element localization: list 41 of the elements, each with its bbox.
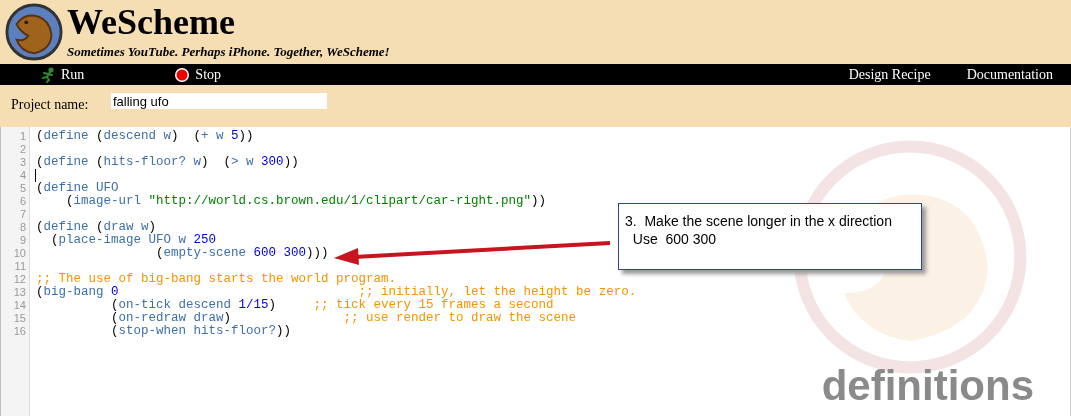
beaver-logo-icon xyxy=(5,3,63,61)
tagline: Sometimes YouTube. Perhaps iPhone. Together, WeScheme! xyxy=(67,44,390,60)
code-line: (define UFO xyxy=(36,181,119,195)
code-line: (on-redraw draw) ;; use render to draw the scene xyxy=(110,311,577,325)
code-line: (image-url "http://world.cs.brown.edu/1/clipart/car-right.png")) xyxy=(65,194,547,208)
nav-link[interactable]: Design Recipe xyxy=(848,66,931,83)
stop-icon xyxy=(174,66,191,83)
line-number: 10 xyxy=(12,247,27,260)
line-number: 8 xyxy=(18,221,27,234)
code-line: (define (hits-floor? w) (> w 300)) xyxy=(36,155,299,169)
project-name-field[interactable]: falling ufo xyxy=(111,93,327,109)
nav-link[interactable]: Documentation xyxy=(966,66,1053,83)
toolbar-button[interactable]: Run xyxy=(40,66,85,83)
runner-icon xyxy=(40,66,56,83)
line-number: 1 xyxy=(18,130,27,143)
code-line: ;; The use of big-bang starts the world program. xyxy=(36,272,397,286)
code-line: (place-image UFO w 250 xyxy=(50,233,217,247)
app-title: WeScheme xyxy=(67,2,236,42)
code-line: (big-bang 0 ;; initially, let the height be zero. xyxy=(36,285,637,299)
code-line: (define (draw w) xyxy=(36,220,157,234)
field-label: Project name: xyxy=(11,97,90,113)
overlay-label: definitions xyxy=(821,362,1034,410)
line-number: 6 xyxy=(18,195,27,208)
callout-note: 3. Make the scene longer in the x direction Use 600 300 xyxy=(618,203,922,270)
line-number: 16 xyxy=(12,325,27,338)
toolbar-button[interactable]: Stop xyxy=(174,66,222,83)
code-line: (empty-scene 600 300))) xyxy=(155,246,329,260)
line-number: 13 xyxy=(12,286,27,299)
code-line: (stop-when hits-floor?)) xyxy=(110,324,292,338)
line-number: 15 xyxy=(12,312,27,325)
code-line: (on-tick descend 1/15) ;; tick every 15 frames a second xyxy=(110,298,554,312)
line-number: 14 xyxy=(12,299,27,312)
line-number: 4 xyxy=(18,169,27,182)
line-number: 5 xyxy=(18,182,27,195)
line-number: 9 xyxy=(18,234,27,247)
code-line: (define (descend w) (+ w 5)) xyxy=(36,129,254,143)
line-number: 3 xyxy=(18,156,27,169)
line-number: 12 xyxy=(12,273,27,286)
line-number: 11 xyxy=(13,260,27,273)
line-number: 2 xyxy=(18,143,27,156)
line-number: 7 xyxy=(18,208,27,221)
